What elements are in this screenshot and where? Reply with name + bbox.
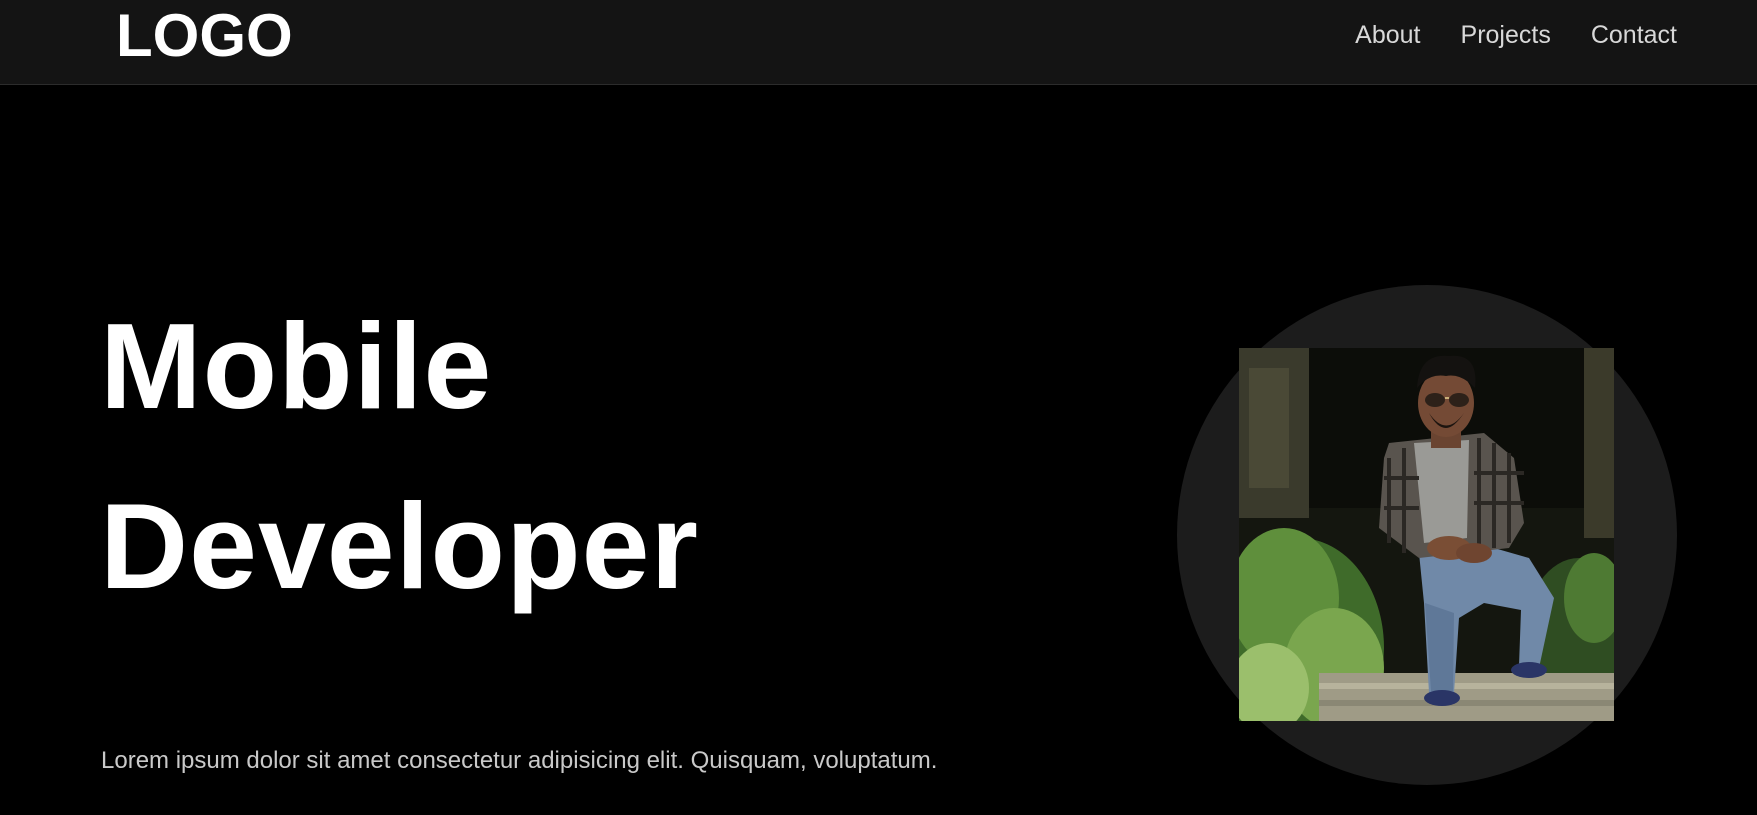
nav-links: About Projects Contact [1355,18,1677,52]
profile-photo [1239,348,1614,721]
nav-link-projects[interactable]: Projects [1461,18,1551,52]
hero-subtitle: Lorem ipsum dolor sit amet consectetur a… [101,747,938,774]
profile-photo-illustration [1239,348,1614,721]
nav-link-about[interactable]: About [1355,18,1420,52]
hero-title-line-2: Developer [100,478,699,614]
hero-title-line-1: Mobile [100,298,493,434]
navbar: LOGO About Projects Contact [0,0,1757,85]
logo[interactable]: LOGO [116,4,293,68]
nav-link-contact[interactable]: Contact [1591,18,1677,52]
